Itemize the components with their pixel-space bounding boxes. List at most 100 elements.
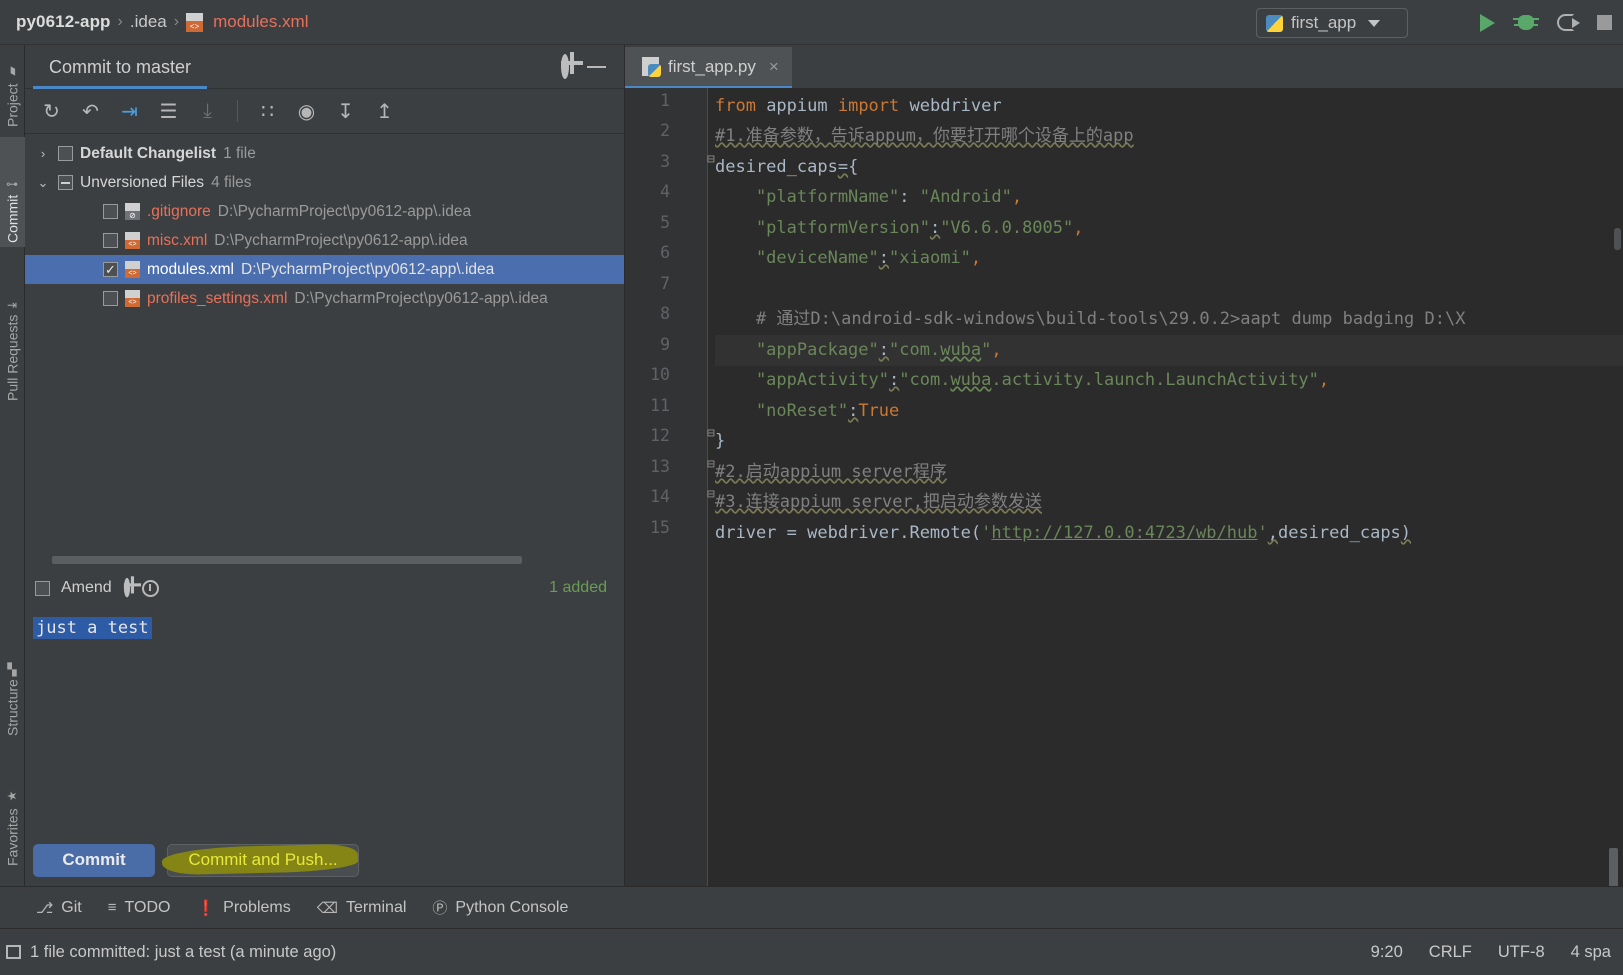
close-icon[interactable]: × <box>769 57 779 77</box>
breadcrumb-separator-1: › <box>117 13 123 30</box>
run-button[interactable] <box>1476 12 1498 34</box>
code-line: "noReset":True <box>715 401 900 421</box>
code-line: from appium import webdriver <box>715 96 1002 116</box>
expand-arrow-icon[interactable]: › <box>35 146 51 161</box>
tab-first-app-py[interactable]: first_app.py × <box>625 47 792 88</box>
row-checkbox[interactable] <box>103 262 118 277</box>
table-row[interactable]: › Default Changelist 1 file <box>25 139 624 168</box>
python-file-icon <box>642 57 661 77</box>
sidebar-item-favorites[interactable]: Favorites ★ <box>0 755 25 870</box>
tool-window-python-console[interactable]: Ⓟ Python Console <box>432 897 568 918</box>
commit-panel-title[interactable]: Commit to master <box>33 45 208 89</box>
breadcrumb-file[interactable]: modules.xml <box>213 12 308 32</box>
show-diff-icon[interactable]: ⇥ <box>117 99 142 124</box>
tool-window-problems[interactable]: ❗ Problems <box>196 899 290 917</box>
line-number: 9 <box>660 335 670 354</box>
shelve-changes-icon[interactable]: ⤓ <box>195 99 220 124</box>
indent-setting[interactable]: 4 spa <box>1571 943 1611 962</box>
table-row[interactable]: misc.xml D:\PycharmProject\py0612-app\.i… <box>25 226 624 255</box>
sidebar-item-structure[interactable]: Structure ▚ <box>0 630 25 740</box>
horizontal-scrollbar[interactable] <box>52 556 522 564</box>
sidebar-item-label: Commit <box>4 194 21 243</box>
refresh-changes-icon[interactable]: ↻ <box>39 99 64 124</box>
table-row[interactable]: modules.xml D:\PycharmProject\py0612-app… <box>25 255 624 284</box>
collapse-arrow-icon[interactable]: ⌄ <box>35 175 51 191</box>
commit-and-push-button-label: Commit and Push... <box>188 850 338 869</box>
row-checkbox[interactable] <box>58 175 73 190</box>
file-path: D:\PycharmProject\py0612-app\.idea <box>241 260 495 278</box>
collapse-all-icon[interactable]: ↥ <box>372 99 397 124</box>
added-status-badge: 1 added <box>549 579 607 596</box>
rollback-icon[interactable]: ↶ <box>78 99 103 124</box>
run-configuration-label: first_app <box>1291 13 1357 32</box>
minimize-icon[interactable] <box>587 66 606 68</box>
expand-all-icon[interactable]: ↧ <box>333 99 358 124</box>
editor-gutter[interactable]: 1 2 3 4 5 6 7 8 9 10 11 12 13 14 15 <box>625 88 744 887</box>
structure-icon: ▚ <box>7 662 18 677</box>
code-line: #1.准备参数，告诉appum，你要打开哪个设备上的app <box>715 126 1134 146</box>
xml-file-icon <box>186 12 204 32</box>
commit-options-gear-icon[interactable] <box>123 577 130 598</box>
code-line: #3.连接appium server,把启动参数发送 <box>715 492 1042 512</box>
preview-diff-icon[interactable]: ◉ <box>294 99 319 124</box>
fold-marker-icon[interactable]: ⊟ <box>707 487 715 502</box>
tool-window-todo[interactable]: ≡ TODO <box>108 899 171 917</box>
line-number: 1 <box>660 91 670 110</box>
line-number: 14 <box>650 487 670 506</box>
commit-message-history-icon[interactable]: ☰ <box>156 99 181 124</box>
table-row[interactable]: profiles_settings.xml D:\PycharmProject\… <box>25 284 624 313</box>
run-with-coverage-button[interactable] <box>1554 12 1580 34</box>
fold-marker-icon[interactable]: ⊟ <box>707 152 715 167</box>
fold-marker-icon[interactable]: ⊟ <box>707 426 715 441</box>
run-configuration-selector[interactable]: first_app <box>1256 8 1408 38</box>
table-row[interactable]: .gitignore D:\PycharmProject\py0612-app\… <box>25 197 624 226</box>
error-stripe-marker[interactable] <box>1614 228 1621 250</box>
sidebar-item-pull-requests[interactable]: Pull Requests ⇥ <box>0 260 25 405</box>
changelist-count: 4 files <box>211 173 252 191</box>
sidebar-item-project[interactable]: Project ▰ <box>0 49 25 131</box>
tool-window-terminal[interactable]: ⌫ Terminal <box>317 899 407 917</box>
fold-marker-icon[interactable]: ⊟ <box>707 457 715 472</box>
run-icon <box>1479 13 1495 32</box>
code-line: # 通过D:\android-sdk-windows\build-tools\2… <box>715 309 1466 329</box>
commit-settings-button[interactable] <box>561 54 569 79</box>
file-name: misc.xml <box>147 231 208 249</box>
python-icon <box>1266 14 1283 32</box>
event-log-icon[interactable] <box>6 945 21 959</box>
table-row[interactable]: ⌄ Unversioned Files 4 files <box>25 168 624 197</box>
editor-area: first_app.py × 1 2 3 4 5 6 7 8 9 10 11 1… <box>625 45 1623 930</box>
row-checkbox[interactable] <box>103 233 118 248</box>
commit-panel-header: Commit to master <box>25 45 624 89</box>
row-checkbox[interactable] <box>103 291 118 306</box>
row-checkbox[interactable] <box>58 146 73 161</box>
status-message-area[interactable]: 1 file committed: just a test (a minute … <box>0 943 336 962</box>
code-editor[interactable]: 1 2 3 4 5 6 7 8 9 10 11 12 13 14 15 ⊟ ⊟ … <box>625 88 1623 894</box>
commit-history-clock-icon[interactable] <box>141 579 159 597</box>
commit-and-push-button[interactable]: Commit and Push... <box>161 843 359 877</box>
tool-window-label: Problems <box>223 898 291 916</box>
amend-checkbox[interactable] <box>35 580 50 596</box>
problems-warning-icon: ❗ <box>196 899 216 917</box>
folder-icon: ▰ <box>5 64 20 79</box>
code-line: "platformVersion":"V6.6.0.8005", <box>715 218 1084 238</box>
debug-button[interactable] <box>1513 12 1539 34</box>
commit-button[interactable]: Commit <box>33 843 155 877</box>
line-separator[interactable]: CRLF <box>1429 943 1472 962</box>
line-number: 11 <box>650 396 670 415</box>
debug-icon <box>1513 15 1539 30</box>
line-number: 15 <box>650 518 670 537</box>
code-text[interactable]: from appium import webdriver #1.准备参数，告诉a… <box>715 88 1623 887</box>
group-by-icon[interactable]: ∷ <box>255 99 280 124</box>
row-checkbox[interactable] <box>103 204 118 219</box>
terminal-icon: ⌫ <box>316 899 338 917</box>
breadcrumb-folder[interactable]: .idea <box>130 12 167 32</box>
sidebar-item-commit[interactable]: Commit ⊶ <box>0 137 25 247</box>
encoding[interactable]: UTF-8 <box>1498 943 1545 962</box>
gitignore-file-icon <box>125 203 140 220</box>
run-toolbar <box>1476 0 1615 45</box>
caret-position[interactable]: 9:20 <box>1371 943 1403 962</box>
breadcrumb-project[interactable]: py0612-app <box>16 12 111 32</box>
tool-window-git[interactable]: ⎇ Git <box>36 899 82 917</box>
stop-button[interactable] <box>1593 12 1615 34</box>
changes-tree: › Default Changelist 1 file ⌄ Unversione… <box>25 134 624 313</box>
